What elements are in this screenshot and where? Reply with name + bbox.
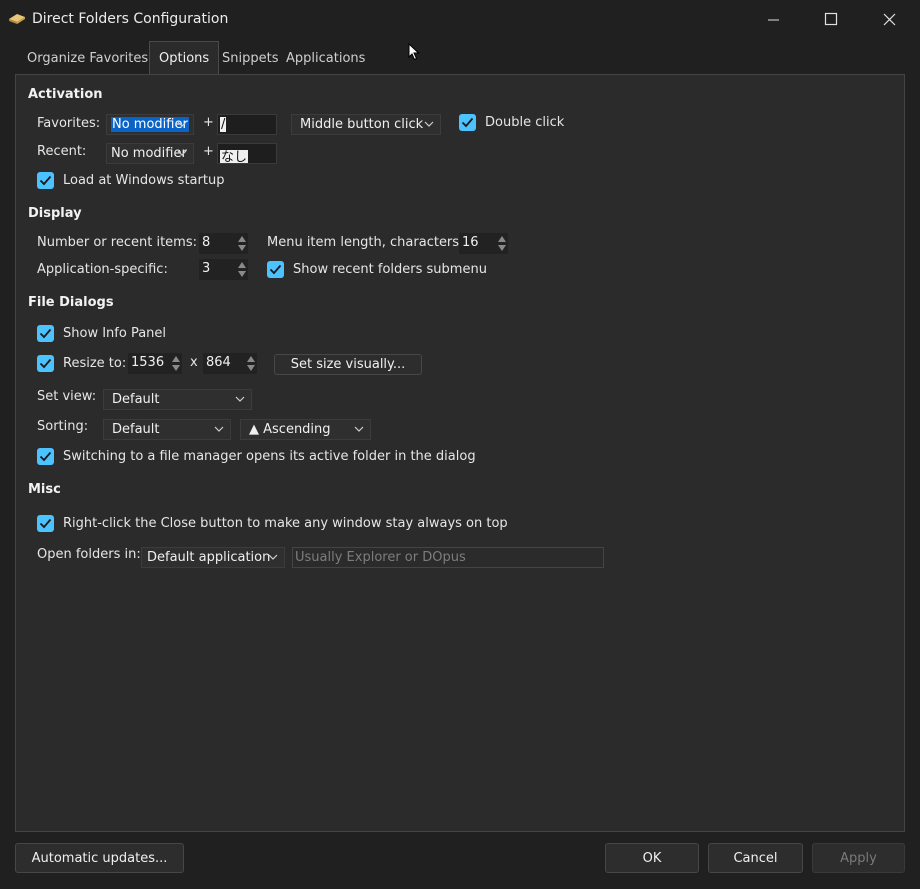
recent-plus: + — [203, 144, 214, 159]
height-value: 864 — [206, 355, 231, 370]
sorting-value: Default — [112, 422, 160, 437]
open-folders-select[interactable]: Default application — [141, 547, 285, 568]
open-folders-placeholder: Usually Explorer or DOpus — [295, 550, 466, 565]
set-view-value: Default — [112, 392, 160, 407]
tab-options[interactable]: Options — [149, 41, 220, 75]
open-folders-label: Open folders in: — [37, 547, 141, 562]
activation-heading: Activation — [28, 87, 103, 102]
mouse-option-value: Middle button click — [300, 117, 424, 132]
startup-checkbox[interactable] — [37, 172, 54, 189]
spinner-arrows-icon[interactable] — [236, 234, 248, 253]
chevron-down-icon — [424, 121, 434, 127]
app-specific-label: Application-specific: — [37, 262, 168, 277]
tab-snippets[interactable]: Snippets — [222, 41, 278, 75]
recent-hotkey-value: なし — [220, 150, 249, 164]
chevron-down-icon — [354, 426, 364, 432]
size-times: x — [190, 355, 198, 370]
display-heading: Display — [28, 206, 82, 221]
height-spinner[interactable]: 864 — [203, 353, 257, 374]
chevron-down-icon — [214, 426, 224, 432]
width-spinner[interactable]: 1536 — [128, 353, 182, 374]
chevron-down-icon — [177, 150, 187, 156]
mouse-cursor-icon — [408, 43, 420, 61]
tab-organize-favorites[interactable]: Organize Favorites — [27, 41, 148, 75]
minimize-icon — [768, 19, 779, 21]
switching-label[interactable]: Switching to a file manager opens its ac… — [63, 449, 476, 464]
double-click-label[interactable]: Double click — [485, 115, 564, 130]
recent-submenu-checkbox[interactable] — [267, 261, 284, 278]
recent-items-spinner[interactable]: 8 — [199, 233, 248, 254]
recent-modifier-select[interactable]: No modifier — [106, 143, 194, 164]
menu-length-label: Menu item length, characters: — [267, 235, 464, 250]
width-value: 1536 — [131, 355, 165, 370]
recent-items-label: Number or recent items: — [37, 235, 197, 250]
info-panel-label[interactable]: Show Info Panel — [63, 326, 166, 341]
spinner-arrows-icon[interactable] — [236, 260, 248, 279]
info-panel-checkbox[interactable] — [37, 325, 54, 342]
recent-submenu-label[interactable]: Show recent folders submenu — [293, 262, 487, 277]
apply-button[interactable]: Apply — [812, 843, 905, 873]
checkmark-icon — [39, 328, 52, 339]
recent-items-value: 8 — [202, 235, 211, 250]
mouse-option-select[interactable]: Middle button click — [291, 114, 441, 135]
sorting-select[interactable]: Default — [103, 419, 231, 440]
spinner-arrows-icon[interactable] — [496, 234, 508, 253]
file-dialogs-heading: File Dialogs — [28, 295, 114, 310]
open-folders-value: Default application — [147, 550, 271, 565]
checkmark-icon — [461, 117, 474, 128]
ok-button[interactable]: OK — [605, 843, 699, 873]
chevron-down-icon — [268, 554, 278, 560]
favorites-hotkey-value: / — [220, 117, 227, 132]
checkmark-icon — [269, 264, 282, 275]
right-click-checkbox[interactable] — [37, 515, 54, 532]
spinner-arrows-icon[interactable] — [245, 354, 257, 373]
maximize-icon — [824, 12, 838, 26]
folder-app-icon — [9, 14, 25, 24]
close-button[interactable] — [860, 0, 918, 38]
recent-label: Recent: — [37, 144, 87, 159]
menu-length-value: 16 — [462, 235, 479, 250]
switching-checkbox[interactable] — [37, 448, 54, 465]
app-specific-value: 3 — [202, 261, 211, 276]
window-title: Direct Folders Configuration — [32, 11, 229, 27]
close-icon — [883, 13, 896, 26]
automatic-updates-button[interactable]: Automatic updates... — [15, 843, 184, 873]
startup-label[interactable]: Load at Windows startup — [63, 173, 224, 188]
checkmark-icon — [39, 358, 52, 369]
chevron-down-icon — [177, 121, 187, 127]
open-folders-path-input[interactable]: Usually Explorer or DOpus — [292, 547, 604, 568]
checkmark-icon — [39, 451, 52, 462]
favorites-label: Favorites: — [37, 116, 101, 131]
cancel-button[interactable]: Cancel — [708, 843, 803, 873]
misc-heading: Misc — [28, 482, 61, 497]
app-specific-spinner[interactable]: 3 — [199, 259, 248, 280]
set-view-select[interactable]: Default — [103, 389, 252, 410]
recent-hotkey-field[interactable]: なし — [217, 143, 277, 164]
recent-modifier-value: No modifier — [111, 146, 187, 161]
minimize-button[interactable] — [744, 0, 802, 38]
maximize-button[interactable] — [802, 0, 860, 38]
sorting-label: Sorting: — [37, 419, 89, 434]
checkmark-icon — [39, 518, 52, 529]
favorites-plus: + — [203, 115, 214, 130]
title-bar[interactable]: Direct Folders Configuration — [0, 0, 920, 40]
double-click-checkbox[interactable] — [459, 114, 476, 131]
favorites-modifier-select[interactable]: No modifier — [106, 114, 194, 135]
right-click-label[interactable]: Right-click the Close button to make any… — [63, 516, 508, 531]
sort-order-value: ▲ Ascending — [249, 422, 331, 437]
set-size-visually-button[interactable]: Set size visually... — [274, 354, 422, 375]
checkmark-icon — [39, 175, 52, 186]
spinner-arrows-icon[interactable] — [170, 354, 182, 373]
tab-applications[interactable]: Applications — [286, 41, 365, 75]
resize-label[interactable]: Resize to: — [63, 356, 126, 371]
menu-length-spinner[interactable]: 16 — [459, 233, 508, 254]
chevron-down-icon — [235, 396, 245, 402]
sort-order-select[interactable]: ▲ Ascending — [240, 419, 371, 440]
set-view-label: Set view: — [37, 389, 97, 404]
favorites-hotkey-field[interactable]: / — [217, 114, 277, 135]
resize-checkbox[interactable] — [37, 355, 54, 372]
